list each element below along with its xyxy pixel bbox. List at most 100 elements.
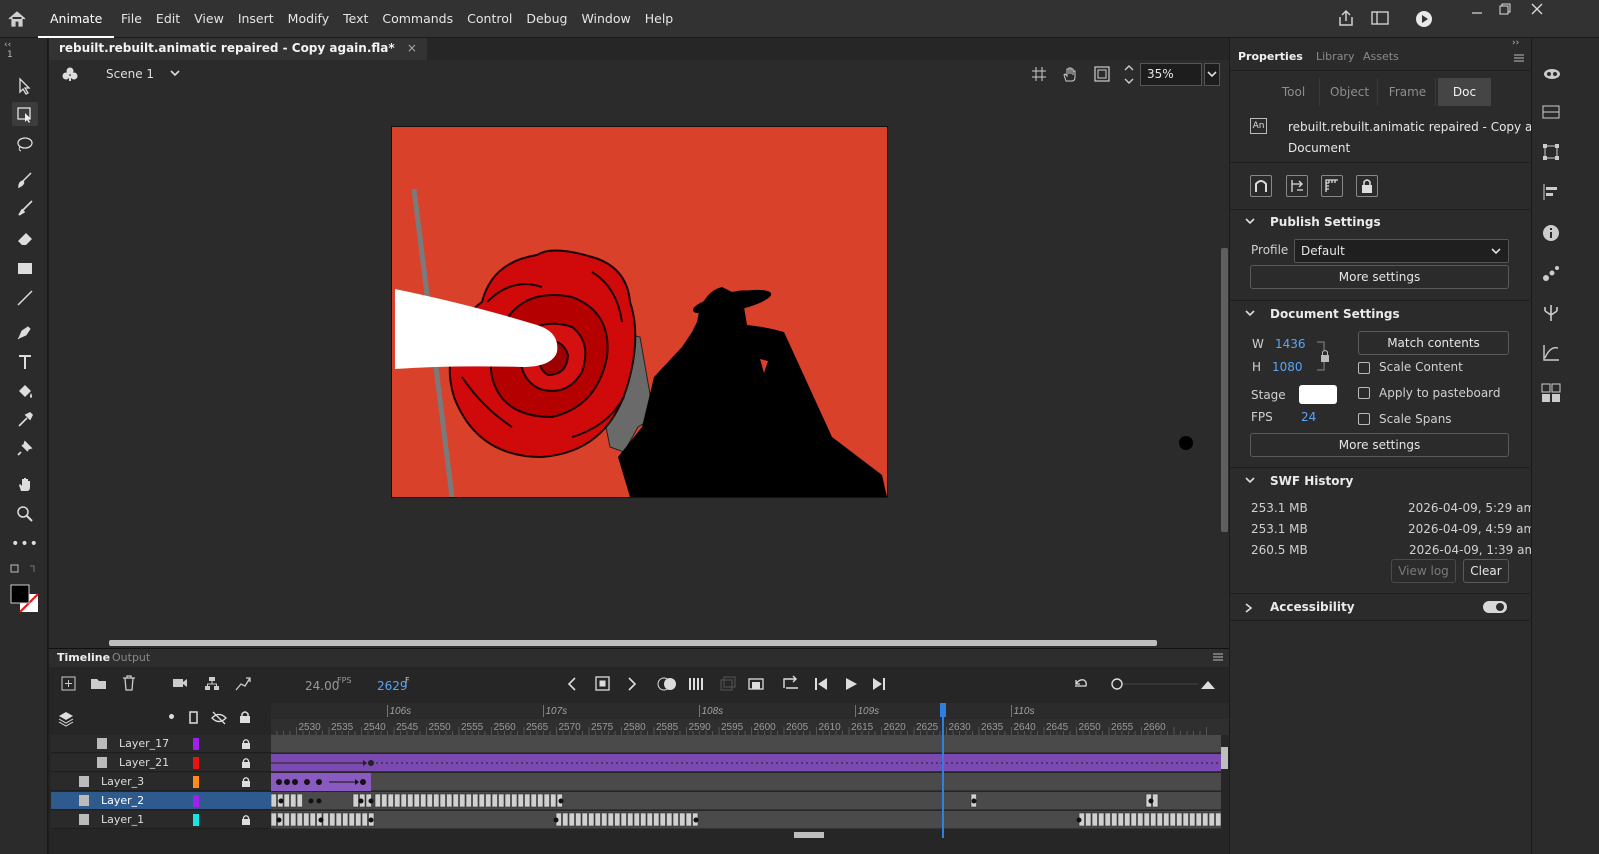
frame-track-tween[interactable] <box>271 754 1221 772</box>
minimize-icon[interactable] <box>1470 3 1484 17</box>
clip-content-icon[interactable] <box>1094 66 1110 82</box>
snap-to-pixels-icon[interactable] <box>1286 175 1308 197</box>
layer-name[interactable]: Layer_1 <box>101 813 144 826</box>
menu-insert[interactable]: Insert <box>231 0 281 38</box>
collapse-right-icon[interactable]: ›› <box>1512 38 1519 48</box>
free-transform-tool-icon[interactable] <box>12 102 38 126</box>
layer-row[interactable]: Layer_17 <box>51 735 271 753</box>
lock-icon[interactable] <box>241 738 251 750</box>
selection-tool-icon[interactable] <box>12 74 38 98</box>
snap-to-objects-icon[interactable] <box>1250 175 1272 197</box>
camera-pan-icon[interactable] <box>1061 65 1079 83</box>
menu-commands[interactable]: Commands <box>375 0 460 38</box>
asset-warp-icon[interactable] <box>1542 303 1560 323</box>
brush-tool-icon[interactable] <box>12 196 38 220</box>
tab-properties[interactable]: Properties <box>1238 50 1303 63</box>
apply-pasteboard-checkbox[interactable] <box>1358 387 1370 399</box>
layer-color-swatch[interactable] <box>193 757 199 769</box>
transform-icon[interactable] <box>1542 143 1560 161</box>
snap-icon[interactable] <box>1031 66 1047 82</box>
pen-tool-icon[interactable] <box>12 320 38 344</box>
stage-vscroll-thumb[interactable] <box>1221 248 1228 532</box>
tab-assets[interactable]: Assets <box>1363 50 1399 63</box>
paint-brush-tool-icon[interactable] <box>12 168 38 192</box>
step-back-icon[interactable] <box>814 676 828 692</box>
collapse-timeline-icon[interactable] <box>1200 677 1216 691</box>
tab-output[interactable]: Output <box>112 651 150 664</box>
frame-track[interactable] <box>271 792 1221 810</box>
highlight-all-icon[interactable] <box>169 714 174 719</box>
height-value[interactable]: 1080 <box>1272 360 1303 374</box>
menu-text[interactable]: Text <box>336 0 375 38</box>
scene-dropdown-icon[interactable] <box>169 68 181 78</box>
restore-icon[interactable] <box>1498 2 1512 16</box>
close-window-icon[interactable] <box>1530 2 1544 16</box>
frame-track[interactable] <box>271 735 1221 753</box>
doc-more-settings-button[interactable]: More settings <box>1250 433 1509 457</box>
frame-track[interactable] <box>271 773 1221 791</box>
view-log-button[interactable]: View log <box>1391 559 1456 583</box>
swatches-icon[interactable] <box>1542 104 1560 120</box>
link-dimensions-icon[interactable] <box>1316 340 1334 372</box>
document-tab[interactable]: rebuilt.rebuilt.animatic repaired - Copy… <box>49 38 427 60</box>
stage-horizontal-scrollbar[interactable] <box>49 640 1229 648</box>
scale-content-checkbox[interactable] <box>1358 362 1370 374</box>
parenting-icon[interactable] <box>204 676 220 691</box>
text-tool-icon[interactable] <box>12 350 38 374</box>
line-tool-icon[interactable] <box>12 286 38 310</box>
timeline-hscroll-thumb[interactable] <box>794 832 824 838</box>
menu-control[interactable]: Control <box>460 0 519 38</box>
fps-setting-value[interactable]: 24 <box>1301 410 1316 424</box>
zoom-input[interactable]: 35% <box>1140 63 1202 86</box>
lasso-tool-icon[interactable] <box>12 132 38 156</box>
segment-doc[interactable]: Doc <box>1438 78 1491 106</box>
layer-color-swatch[interactable] <box>193 795 199 807</box>
curve-editor-icon[interactable] <box>1542 344 1560 362</box>
layer-row[interactable]: Layer_1 <box>51 811 271 829</box>
step-forward-icon[interactable] <box>872 676 886 692</box>
new-layer-icon[interactable] <box>61 676 77 692</box>
lock-icon[interactable] <box>241 814 251 826</box>
segment-object[interactable]: Object <box>1322 78 1378 106</box>
layer-row[interactable]: Layer_3 <box>51 773 271 791</box>
tab-library[interactable]: Library <box>1316 50 1354 63</box>
frame-track[interactable] <box>271 811 1221 829</box>
rulers-icon[interactable] <box>1321 175 1343 197</box>
color-swatches[interactable] <box>10 584 40 614</box>
undo-view-icon[interactable] <box>1073 676 1089 692</box>
layer-color-swatch[interactable] <box>193 738 199 750</box>
stage-color-swatch[interactable] <box>1299 385 1337 404</box>
profile-select[interactable]: Default <box>1294 239 1509 263</box>
menu-view[interactable]: View <box>187 0 231 38</box>
prev-keyframe-icon[interactable] <box>566 676 578 692</box>
keyframe-icon[interactable] <box>595 676 611 692</box>
timeline-vertical-scrollbar[interactable] <box>1221 735 1229 831</box>
stage-hscroll-thumb[interactable] <box>109 640 1157 646</box>
width-value[interactable]: 1436 <box>1275 337 1306 351</box>
rectangle-tool-icon[interactable] <box>12 256 38 280</box>
menu-file[interactable]: File <box>114 0 149 38</box>
scene-name[interactable]: Scene 1 <box>106 67 154 81</box>
layer-name[interactable]: Layer_21 <box>119 756 169 769</box>
swap-colors-icon[interactable] <box>10 564 36 574</box>
lock-icon[interactable] <box>241 776 251 788</box>
scale-spans-checkbox[interactable] <box>1358 413 1370 425</box>
onion-skin-icon[interactable] <box>657 677 679 691</box>
edit-multiple-frames-icon[interactable] <box>688 676 706 692</box>
stage-vertical-scrollbar[interactable] <box>1221 90 1229 640</box>
menu-window[interactable]: Window <box>574 0 637 38</box>
outline-all-icon[interactable] <box>189 711 199 725</box>
fps-value[interactable]: 24.00 <box>305 679 339 693</box>
info-icon[interactable] <box>1542 224 1560 242</box>
menu-help[interactable]: Help <box>638 0 681 38</box>
layer-name[interactable]: Layer_17 <box>119 737 169 750</box>
new-folder-icon[interactable] <box>90 676 108 691</box>
properties-menu-icon[interactable] <box>1513 53 1525 63</box>
stage-area[interactable] <box>49 90 1221 640</box>
loop-icon[interactable] <box>782 675 800 691</box>
delete-layer-icon[interactable] <box>122 675 136 691</box>
pin-tool-icon[interactable] <box>12 436 38 460</box>
next-keyframe-icon[interactable] <box>626 676 638 692</box>
menu-edit[interactable]: Edit <box>149 0 187 38</box>
match-contents-button[interactable]: Match contents <box>1358 331 1509 355</box>
